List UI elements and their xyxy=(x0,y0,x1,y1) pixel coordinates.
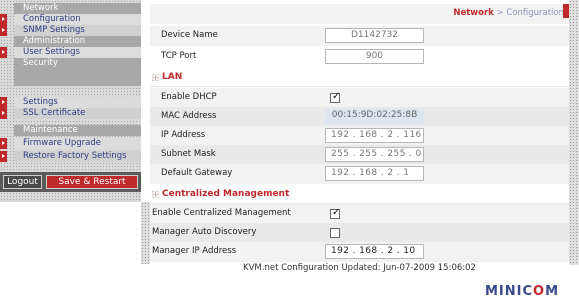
device-name-field[interactable]: D1142732 xyxy=(325,28,424,43)
nav-marker xyxy=(0,97,7,108)
auto-discovery-row: Manager Auto Discovery xyxy=(150,223,569,243)
checkmark-icon: ✓ xyxy=(332,207,341,218)
lan-section-header[interactable]: LAN xyxy=(150,69,569,87)
mac-row: MAC Address 00:15:9D:02:25:8B xyxy=(150,107,569,127)
header-marker xyxy=(563,4,569,18)
sidebar: Network Configuration SNMP Settings Admi… xyxy=(0,0,141,202)
mac-label: MAC Address xyxy=(161,111,217,121)
subnet-label: Subnet Mask xyxy=(161,149,216,159)
auto-discovery-checkbox[interactable] xyxy=(330,228,340,238)
minicom-logo: MINICOM xyxy=(485,284,560,299)
ip-address-field[interactable]: 192 . 168 . 2 . 116 xyxy=(325,128,424,143)
nav-marker xyxy=(0,108,7,119)
dhcp-checkbox[interactable]: ✓ xyxy=(330,91,341,103)
central-section-header[interactable]: Centralized Management xyxy=(150,186,569,204)
breadcrumb-section[interactable]: Network xyxy=(453,8,493,18)
auto-discovery-label: Manager Auto Discovery xyxy=(152,227,257,237)
sidebar-section-network: Network xyxy=(14,3,141,14)
sidebar-section-security: Security xyxy=(14,58,141,86)
tcp-port-row: TCP Port 900 xyxy=(150,47,569,67)
device-name-label: Device Name xyxy=(161,30,218,40)
sidebar-item-snmp-settings[interactable]: SNMP Settings xyxy=(14,25,141,36)
default-gateway-field[interactable]: 192 . 168 . 2 . 1 xyxy=(325,166,424,181)
tcp-port-label: TCP Port xyxy=(161,51,197,61)
gateway-label: Default Gateway xyxy=(161,168,233,178)
sidebar-section-administration: Administration xyxy=(14,36,141,47)
dhcp-label: Enable DHCP xyxy=(161,92,217,102)
breadcrumb-page: Configuration xyxy=(506,8,564,18)
sidebar-item-security-settings[interactable]: Settings xyxy=(14,97,141,108)
breadcrumb-separator: > xyxy=(493,8,507,18)
sidebar-item-configuration[interactable]: Configuration xyxy=(14,14,141,25)
sidebar-item-ssl-certificate[interactable]: SSL Certificate xyxy=(14,108,141,119)
status-footer: KVM.net Configuration Updated: Jun-07-20… xyxy=(243,263,476,273)
subnet-row: Subnet Mask 255 . 255 . 255 . 0 xyxy=(150,145,569,165)
dhcp-row: Enable DHCP ✓ xyxy=(150,88,569,108)
logo-o-mark: O xyxy=(533,284,546,299)
manager-ip-row: Manager IP Address 192 . 168 . 2 . 10 xyxy=(150,242,569,262)
nav-marker xyxy=(0,151,7,162)
left-decorative-strip xyxy=(141,202,150,264)
nav-marker xyxy=(0,138,7,149)
ip-label: IP Address xyxy=(161,130,206,140)
checkmark-icon: ✓ xyxy=(332,91,341,102)
sidebar-section-maintenance: Maintenance xyxy=(14,125,141,136)
central-section-title: Centralized Management xyxy=(162,189,290,199)
section-divider xyxy=(150,86,569,87)
lan-section-title: LAN xyxy=(162,72,183,82)
header-bar: Network > Configuration xyxy=(150,4,569,24)
central-enable-checkbox[interactable]: ✓ xyxy=(330,207,341,219)
manager-ip-field[interactable]: 192 . 168 . 2 . 10 xyxy=(325,244,424,259)
sidebar-action-bar: Logout Save & Restart xyxy=(0,172,141,192)
central-enable-label: Enable Centralized Management xyxy=(152,208,291,218)
ip-row: IP Address 192 . 168 . 2 . 116 xyxy=(150,126,569,146)
nav-marker xyxy=(0,14,7,25)
sidebar-item-firmware-upgrade[interactable]: Firmware Upgrade xyxy=(14,138,141,149)
nav-marker xyxy=(0,47,7,58)
subnet-mask-field[interactable]: 255 . 255 . 255 . 0 xyxy=(325,147,424,162)
sidebar-item-user-settings[interactable]: User Settings xyxy=(14,47,141,58)
mac-address-value: 00:15:9D:02:25:8B xyxy=(325,109,424,124)
central-enable-row: Enable Centralized Management ✓ xyxy=(150,204,569,224)
save-restart-button[interactable]: Save & Restart xyxy=(46,175,138,189)
right-decorative-border xyxy=(569,0,579,265)
logout-button[interactable]: Logout xyxy=(3,175,42,189)
collapse-icon[interactable] xyxy=(152,74,159,81)
nav-marker xyxy=(0,25,7,36)
tcp-port-field[interactable]: 900 xyxy=(325,49,424,64)
gateway-row: Default Gateway 192 . 168 . 2 . 1 xyxy=(150,164,569,184)
device-name-row: Device Name D1142732 xyxy=(150,26,569,46)
breadcrumb: Network > Configuration xyxy=(453,8,564,18)
sidebar-item-restore-factory-settings[interactable]: Restore Factory Settings xyxy=(14,151,141,162)
collapse-icon[interactable] xyxy=(152,191,159,198)
manager-ip-label: Manager IP Address xyxy=(152,246,237,256)
